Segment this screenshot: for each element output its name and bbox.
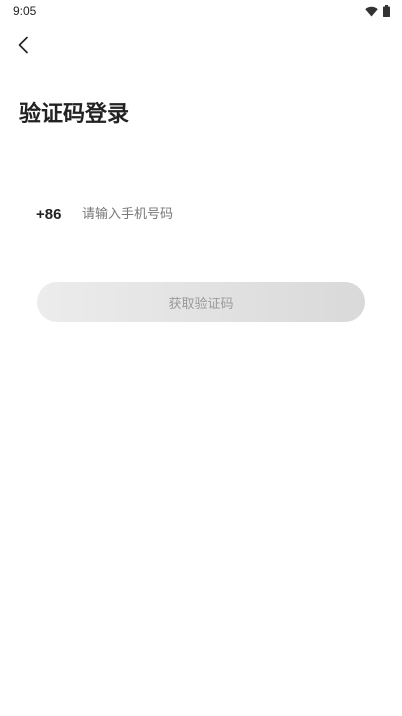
- chevron-left-icon: [17, 36, 29, 58]
- phone-number-input[interactable]: [82, 200, 366, 228]
- status-icons: [365, 2, 390, 21]
- back-button[interactable]: [10, 33, 36, 61]
- login-screen: 9:05 验证码登录 +86 获取验证码: [0, 0, 402, 716]
- page-title: 验证码登录: [19, 102, 130, 127]
- get-verification-code-button[interactable]: 获取验证码: [37, 282, 365, 322]
- status-bar: 9:05: [0, 0, 402, 22]
- wifi-icon: [365, 2, 378, 21]
- battery-icon: [383, 2, 390, 21]
- country-code[interactable]: +86: [36, 206, 82, 223]
- phone-field-row: +86: [36, 200, 366, 228]
- status-time: 9:05: [13, 4, 37, 18]
